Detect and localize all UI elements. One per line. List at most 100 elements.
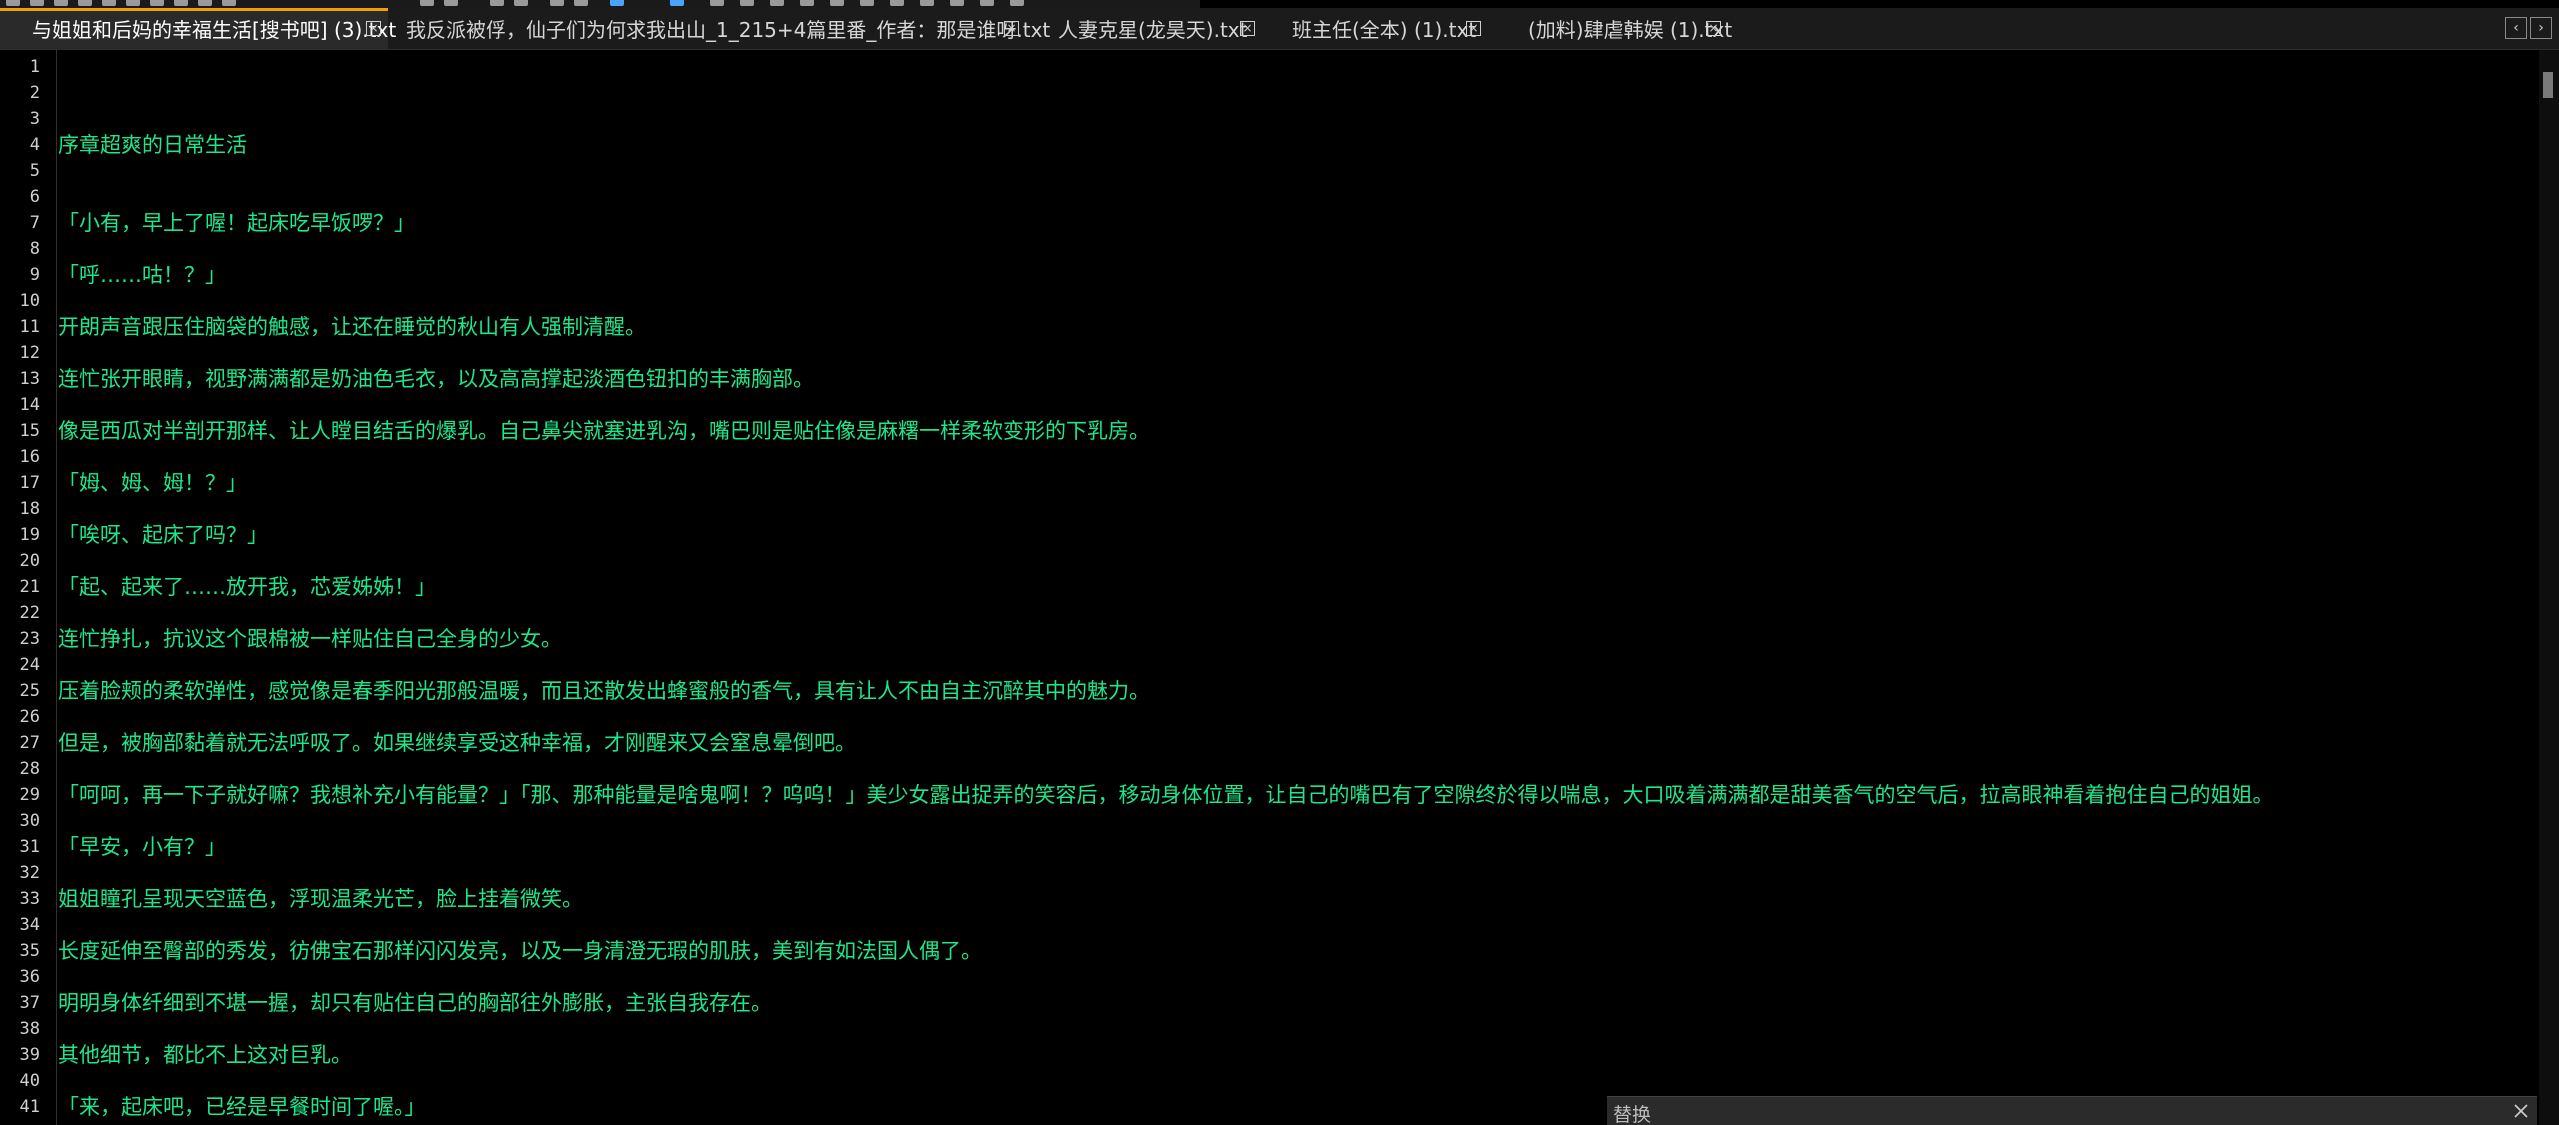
doc-map-icon[interactable] — [770, 0, 784, 6]
undo-icon[interactable] — [420, 0, 434, 6]
tab-file-4[interactable]: 班主任(全本) (1).txt × — [1266, 8, 1492, 49]
save-icon[interactable] — [54, 0, 68, 6]
text-line: 「小有，早上了喔！起床吃早饭啰？」 — [58, 211, 415, 235]
close-icon[interactable] — [2511, 1101, 2531, 1121]
copy-icon[interactable] — [198, 0, 212, 6]
line-number: 39 — [19, 1045, 40, 1065]
line-number: 34 — [19, 915, 40, 935]
close-file-icon[interactable] — [102, 0, 116, 6]
close-icon[interactable]: × — [366, 21, 381, 36]
open-file-icon[interactable] — [30, 0, 44, 6]
text-line: 「呼……咕！？」 — [58, 263, 226, 287]
line-numbers: 1 2 3 4 5 6 7 8 9 10 11 12 13 14 15 16 17 18 19 20 21 22 23 24 2… — [0, 54, 40, 1120]
tab-scroll-left-button[interactable]: ‹ — [2505, 17, 2527, 39]
text-line — [58, 912, 2518, 938]
tab-label: 我反派被俘，仙子们为何求我出山_1_215+4篇里番_作者：那是谁呀.txt — [406, 18, 1051, 42]
text-line — [58, 1016, 2518, 1042]
line-number: 37 — [19, 993, 40, 1013]
line-number: 36 — [19, 967, 40, 987]
new-file-icon[interactable] — [6, 0, 20, 6]
text-line — [58, 236, 2518, 262]
toolbar — [0, 0, 1200, 8]
text-line: 姐姐瞳孔呈现天空蓝色，浮现温柔光芒，脸上挂着微笑。 — [58, 887, 583, 911]
function-list-icon[interactable] — [800, 0, 814, 6]
text-line — [58, 106, 2518, 132]
replace-panel: 替换 — [1607, 1096, 2537, 1125]
text-line — [58, 652, 2518, 678]
text-line: 「姆、姆、姆！？」 — [58, 471, 247, 495]
indent-guide-icon[interactable] — [740, 0, 754, 6]
find-icon[interactable] — [490, 0, 504, 6]
scrollbar-thumb[interactable] — [2543, 72, 2553, 98]
print-icon[interactable] — [150, 0, 164, 6]
text-line: 开朗声音跟压住脑袋的触感，让还在睡觉的秋山有人强制清醒。 — [58, 315, 646, 339]
zoom-out-icon[interactable] — [574, 0, 588, 6]
line-number: 17 — [19, 473, 40, 493]
folder-workspace-icon[interactable] — [830, 0, 844, 6]
line-number: 7 — [29, 213, 40, 233]
line-number: 35 — [19, 941, 40, 961]
word-wrap-icon[interactable] — [670, 0, 684, 6]
line-number: 30 — [19, 811, 40, 831]
tab-label: 与姐姐和后妈的幸福生活[搜书吧] (3).txt — [32, 18, 397, 42]
line-number: 24 — [19, 655, 40, 675]
stop-macro-icon[interactable] — [920, 0, 934, 6]
line-number: 6 — [29, 187, 40, 207]
close-icon[interactable]: × — [1466, 21, 1481, 36]
play-macro-icon[interactable] — [950, 0, 964, 6]
text-line: 「起、起来了……放开我，芯爱姊姊！」 — [58, 575, 436, 599]
line-number: 26 — [19, 707, 40, 727]
text-line — [58, 860, 2518, 886]
text-line: 连忙张开眼睛，视野满满都是奶油色毛衣，以及高高撑起淡酒色钮扣的丰满胸部。 — [58, 367, 814, 391]
line-number: 3 — [29, 109, 40, 129]
replace-icon[interactable] — [514, 0, 528, 6]
text-line — [58, 54, 2518, 80]
vertical-scrollbar[interactable] — [2539, 50, 2559, 1125]
line-number: 12 — [19, 343, 40, 363]
cut-icon[interactable] — [174, 0, 188, 6]
line-number: 29 — [19, 785, 40, 805]
text-line: 序章超爽的日常生活 — [58, 133, 247, 157]
text-line: 但是，被胸部黏着就无法呼吸了。如果继续享受这种幸福，才刚醒来又会窒息晕倒吧。 — [58, 731, 856, 755]
close-icon[interactable]: × — [1706, 21, 1721, 36]
line-number: 19 — [19, 525, 40, 545]
text-line — [58, 288, 2518, 314]
run-macro-icon[interactable] — [980, 0, 994, 6]
text-line — [58, 80, 2518, 106]
tab-file-5[interactable]: (加料)肆虐韩娱 (1).txt × — [1492, 8, 1734, 49]
close-all-icon[interactable] — [126, 0, 140, 6]
line-number: 9 — [29, 265, 40, 285]
tab-file-1[interactable]: 与姐姐和后妈的幸福生活[搜书吧] (3).txt × — [0, 8, 396, 49]
tab-file-3[interactable]: 人妻克星(龙昊天).txt × — [1028, 8, 1266, 49]
text-editor[interactable]: 序章超爽的日常生活「小有，早上了喔！起床吃早饭啰？」 「呼……咕！？」开朗声音跟压… — [58, 54, 2518, 1120]
tab-file-2[interactable]: 我反派被俘，仙子们为何求我出山_1_215+4篇里番_作者：那是谁呀.txt × — [388, 8, 1050, 49]
text-line: 「早安，小有？」 — [58, 835, 226, 859]
zoom-in-icon[interactable] — [550, 0, 564, 6]
redo-icon[interactable] — [444, 0, 458, 6]
sync-scroll-icon[interactable] — [610, 0, 624, 6]
tab-scroll-right-button[interactable]: › — [2530, 17, 2552, 39]
close-icon[interactable]: × — [1004, 21, 1019, 36]
monitor-icon[interactable] — [860, 0, 874, 6]
save-all-icon[interactable] — [78, 0, 92, 6]
paste-icon[interactable] — [222, 0, 236, 6]
text-line — [58, 184, 2518, 210]
show-all-chars-icon[interactable] — [710, 0, 724, 6]
record-macro-icon[interactable] — [890, 0, 904, 6]
text-line — [58, 600, 2518, 626]
text-line: 「唉呀、起床了吗？」 — [58, 523, 268, 547]
text-line — [58, 340, 2518, 366]
text-line — [58, 392, 2518, 418]
line-number: 14 — [19, 395, 40, 415]
text-line: 压着脸颊的柔软弹性，感觉像是春季阳光那般温暖，而且还散发出蜂蜜般的香气，具有让人… — [58, 679, 1150, 703]
text-line — [58, 444, 2518, 470]
text-line — [58, 704, 2518, 730]
line-number: 11 — [19, 317, 40, 337]
tab-label: 人妻克星(龙昊天).txt — [1058, 18, 1248, 42]
save-macro-icon[interactable] — [1010, 0, 1024, 6]
line-number: 21 — [19, 577, 40, 597]
close-icon[interactable]: × — [1240, 21, 1255, 36]
line-number: 20 — [19, 551, 40, 571]
line-number: 23 — [19, 629, 40, 649]
text-line: 明明身体纤细到不堪一握，却只有贴住自己的胸部往外膨胀，主张自我存在。 — [58, 991, 772, 1015]
